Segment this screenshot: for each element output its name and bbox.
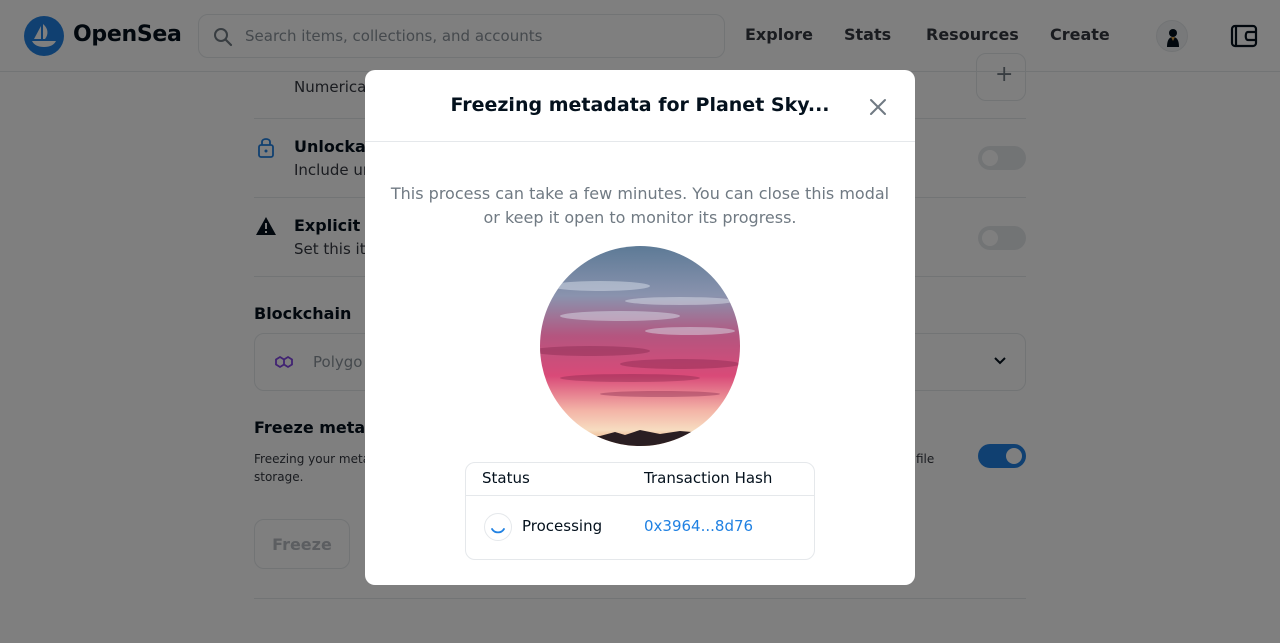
modal-description: This process can take a few minutes. You… <box>390 184 890 227</box>
transaction-status-table: Status Transaction Hash Processing 0x396… <box>465 462 815 560</box>
transaction-hash-link[interactable]: 0x3964...8d76 <box>644 517 753 535</box>
status-column-header: Status <box>482 469 530 487</box>
divider <box>466 495 814 496</box>
freeze-metadata-modal: Freezing metadata for Planet Sky... This… <box>365 70 915 585</box>
modal-title: Freezing metadata for Planet Sky... <box>450 94 830 116</box>
nft-image <box>540 246 740 446</box>
status-value: Processing <box>522 517 603 535</box>
spinner-icon <box>484 513 512 541</box>
close-icon[interactable] <box>865 94 891 120</box>
modal-header: Freezing metadata for Planet Sky... <box>365 70 915 142</box>
hash-column-header: Transaction Hash <box>644 469 773 487</box>
